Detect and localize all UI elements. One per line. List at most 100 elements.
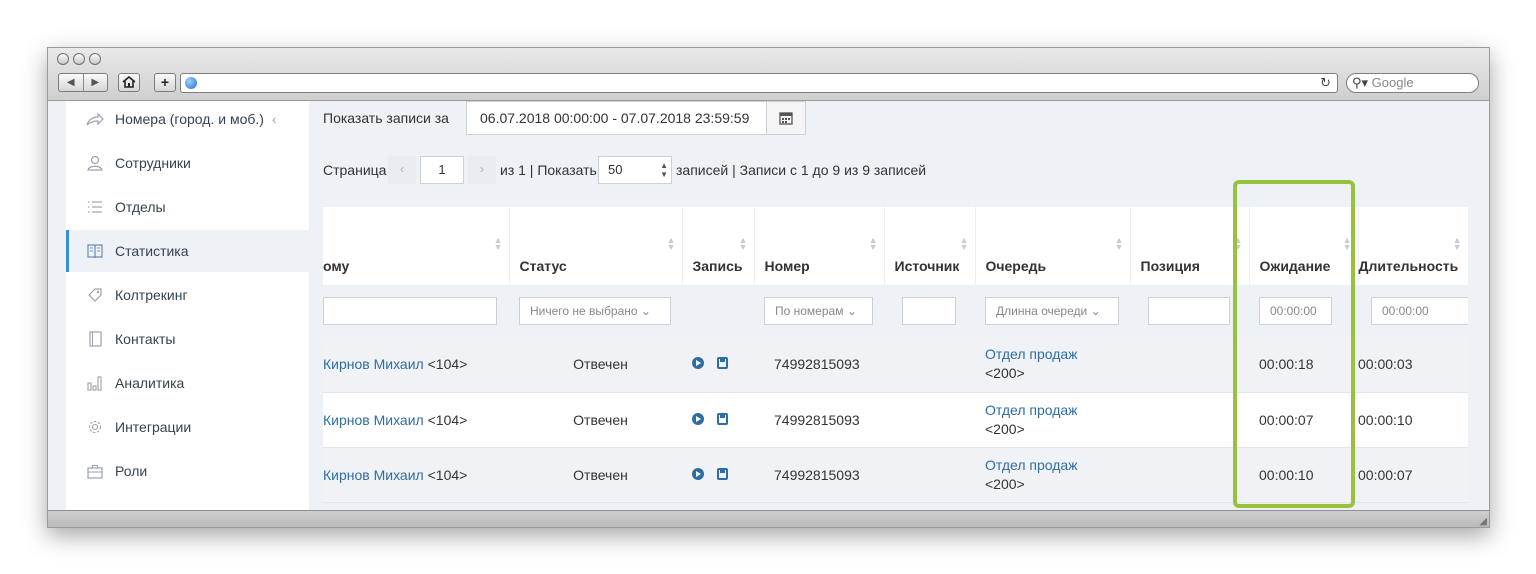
column-header-record[interactable]: Запись ▲ ▼ [682, 207, 755, 285]
save-icon[interactable] [717, 357, 728, 370]
position-cell [1130, 337, 1249, 393]
new-tab-button[interactable]: + [154, 73, 176, 92]
minimize-window-button[interactable] [73, 53, 85, 65]
search-placeholder: Google [1371, 75, 1414, 90]
employee-link[interactable]: Кирнов Михаил [323, 356, 424, 372]
column-header-number[interactable]: Номер ▲ ▼ [754, 207, 885, 285]
home-button[interactable] [118, 73, 140, 92]
column-header-label: Очередь [985, 258, 1047, 274]
number-filter-value: По номерам [775, 304, 844, 318]
sidebar-item-analytics[interactable]: Аналитика [66, 362, 309, 404]
spinner-arrows-icon[interactable]: ▲ ▼ [660, 161, 668, 179]
sort-icon[interactable]: ▲ ▼ [869, 236, 878, 252]
source-cell [884, 392, 975, 448]
status-cell: Отвечен [509, 447, 682, 503]
column-header-position[interactable]: Позиция ▲ ▼ [1130, 207, 1250, 285]
chevron-down-icon: ⌄ [846, 304, 857, 318]
sort-icon[interactable]: ▲ ▼ [667, 236, 676, 252]
column-header-to[interactable]: ому ▲ ▼ [323, 207, 510, 285]
sidebar-item-numbers[interactable]: Номера (город. и моб.) ‹ [66, 101, 309, 140]
sidebar-item-integrations[interactable]: Интеграции [66, 406, 309, 448]
column-header-status[interactable]: Статус ▲ ▼ [509, 207, 683, 285]
status-filter-select[interactable]: Ничего не выбрано ⌄ [519, 297, 671, 325]
position-cell [1130, 392, 1249, 448]
close-window-button[interactable] [57, 53, 69, 65]
queue-link[interactable]: Отдел продаж [985, 402, 1078, 418]
date-range-input[interactable]: 06.07.2018 00:00:00 - 07.07.2018 23:59:5… [480, 110, 749, 126]
browser-window: ◀ ▶ + ↻ ⚲▾ Google Номера (город. и моб.) [47, 47, 1490, 528]
tag-icon [86, 286, 104, 304]
sort-icon[interactable]: ▲ ▼ [739, 236, 748, 252]
search-field[interactable]: ⚲▾ Google [1346, 73, 1479, 93]
column-header-duration[interactable]: Длительность ▲ ▼ [1358, 207, 1468, 285]
employee-link[interactable]: Кирнов Михаил [323, 412, 424, 428]
save-icon[interactable] [717, 412, 728, 425]
play-icon[interactable] [692, 412, 704, 425]
position-filter-input[interactable] [1148, 297, 1230, 325]
next-page-button[interactable]: › [468, 156, 496, 184]
sidebar-item-label: Интеграции [115, 419, 192, 435]
sidebar-item-label: Номера (город. и моб.) [115, 111, 264, 127]
history-nav: ◀ ▶ [58, 73, 108, 92]
source-filter-input[interactable] [902, 297, 956, 325]
calendar-icon [779, 112, 793, 125]
queue-filter-select[interactable]: Длинна очереди ⌄ [985, 297, 1119, 325]
sidebar-item-statistics[interactable]: Статистика [66, 230, 309, 272]
back-button[interactable]: ◀ [59, 74, 83, 91]
column-header-label: Позиция [1140, 258, 1200, 274]
sidebar-item-contacts[interactable]: Контакты [66, 318, 309, 360]
column-header-queue[interactable]: Очередь ▲ ▼ [975, 207, 1131, 285]
employee-ext: <104> [427, 466, 468, 483]
wait-column-highlight [1233, 180, 1355, 508]
prev-page-button[interactable]: ‹ [388, 156, 416, 184]
position-cell [1130, 447, 1249, 503]
sidebar-item-label: Аналитика [115, 375, 185, 391]
sidebar-item-roles[interactable]: Роли [66, 450, 309, 492]
sidebar-item-label: Роли [115, 463, 148, 479]
status-cell: Отвечен [509, 337, 682, 393]
to-filter-input[interactable] [323, 297, 497, 325]
zoom-window-button[interactable] [89, 53, 101, 65]
column-header-label: Длительность [1358, 258, 1459, 274]
address-bar[interactable]: ↻ [180, 73, 1338, 93]
status-cell: Отвечен [509, 392, 682, 448]
sidebar-item-employees[interactable]: Сотрудники [66, 142, 309, 184]
queue-link[interactable]: Отдел продаж [985, 457, 1078, 473]
number-filter-select[interactable]: По номерам ⌄ [764, 297, 873, 325]
sidebar: Номера (город. и моб.) ‹ Сотрудники Отде… [66, 101, 309, 510]
queue-filter-value: Длинна очереди [996, 304, 1088, 318]
play-icon[interactable] [692, 467, 704, 480]
reload-icon[interactable]: ↻ [1320, 75, 1331, 91]
sort-icon[interactable]: ▲ ▼ [1453, 236, 1462, 252]
sidebar-item-calltracking[interactable]: Колтрекинг [66, 274, 309, 316]
chevron-left-icon[interactable]: ‹ [272, 111, 277, 127]
per-page-value: 50 [608, 162, 623, 177]
book-icon [86, 242, 104, 260]
employee-link[interactable]: Кирнов Михаил [323, 467, 424, 483]
save-icon[interactable] [717, 467, 728, 480]
queue-link[interactable]: Отдел продаж [985, 346, 1078, 362]
column-header-source[interactable]: Источник ▲ ▼ [884, 207, 976, 285]
sort-icon[interactable]: ▲ ▼ [1115, 236, 1124, 252]
calendar-button[interactable] [766, 102, 805, 134]
sort-icon[interactable]: ▲ ▼ [494, 236, 503, 252]
page-number-input[interactable]: 1 [420, 156, 464, 184]
sidebar-item-departments[interactable]: Отделы [66, 186, 309, 228]
date-range-picker[interactable]: 06.07.2018 00:00:00 - 07.07.2018 23:59:5… [466, 101, 806, 135]
globe-icon [185, 77, 197, 89]
resize-grip-icon[interactable]: ◢ [1479, 516, 1487, 527]
duration-filter-input[interactable]: 00:00:00 [1371, 297, 1468, 325]
per-page-select[interactable]: 50 ▲ ▼ [598, 156, 672, 184]
forward-button[interactable]: ▶ [82, 74, 108, 91]
status-filter-value: Ничего не выбрано [530, 304, 638, 318]
duration-cell: 00:00:10 [1358, 392, 1468, 448]
play-icon[interactable] [692, 357, 704, 370]
column-header-label: Запись [692, 258, 743, 274]
sort-icon[interactable]: ▲ ▼ [960, 236, 969, 252]
source-cell [884, 337, 975, 393]
user-icon [86, 154, 104, 172]
share-arrow-icon [86, 110, 104, 128]
employee-ext: <104> [427, 356, 468, 373]
column-header-label: Номер [764, 258, 810, 274]
queue-ext: <200> [985, 365, 1025, 382]
